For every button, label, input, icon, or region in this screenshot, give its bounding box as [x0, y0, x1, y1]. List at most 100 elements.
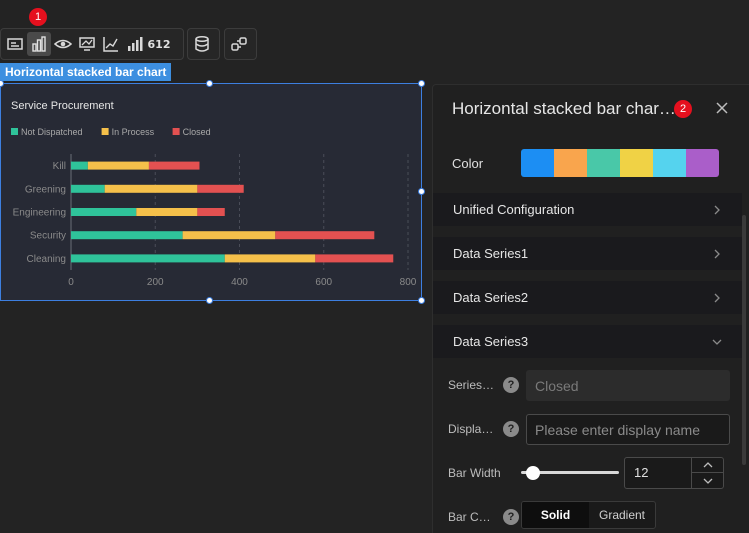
- section-label: Data Series3: [453, 334, 529, 349]
- bar-color-toggle: Solid Gradient: [521, 501, 656, 529]
- y-tick-label: Cleaning: [27, 254, 66, 265]
- annotation-badge-1: 1: [29, 8, 47, 26]
- close-icon[interactable]: [715, 101, 729, 115]
- bar-kill-1: [71, 161, 88, 170]
- line-chart-icon[interactable]: [75, 32, 99, 56]
- bar-cleaning-1: [71, 254, 225, 263]
- help-icon[interactable]: ?: [503, 377, 519, 393]
- color-swatch-5[interactable]: [653, 149, 686, 177]
- legend-swatch-1: [11, 128, 18, 135]
- legend-label-1: Not Dispatched: [21, 127, 83, 137]
- bar-engineering-3: [197, 208, 225, 216]
- bar-color-solid[interactable]: Solid: [522, 502, 589, 528]
- legend-swatch-3: [172, 128, 180, 135]
- bar-color-gradient[interactable]: Gradient: [589, 502, 655, 528]
- bar-width-row: Bar Width: [448, 457, 520, 489]
- series-name-row: Series… ? Closed: [448, 369, 730, 401]
- x-tick-label: 800: [400, 277, 417, 288]
- legend-swatch-2: [101, 128, 109, 135]
- bar-security-2: [182, 231, 276, 240]
- section-unified-configuration[interactable]: Unified Configuration: [433, 193, 742, 226]
- link-icon[interactable]: [227, 32, 251, 56]
- stacked-bar-chart: Service Procurement Not Dispatched In Proc…: [11, 100, 417, 288]
- section-data-series2[interactable]: Data Series2: [433, 281, 742, 314]
- bar-greening-3: [197, 184, 244, 193]
- interaction-toolbar: [224, 28, 257, 60]
- y-tick-label: Greening: [25, 184, 66, 195]
- chart-widget-label[interactable]: Horizontal stacked bar chart: [0, 63, 172, 81]
- display-name-label: Displa…: [448, 422, 494, 436]
- section-label: Data Series2: [453, 290, 529, 305]
- color-swatch-4[interactable]: [620, 149, 653, 177]
- stepper-down-button[interactable]: [692, 473, 723, 488]
- chevron-right-icon: [714, 249, 720, 258]
- bar-engineering-2: [136, 208, 198, 216]
- bar-kill-2: [87, 161, 149, 170]
- section-label: Data Series1: [453, 246, 529, 261]
- x-tick-label: 200: [147, 277, 164, 288]
- bar-color-label: Bar C…: [448, 510, 491, 524]
- slider-handle[interactable]: [526, 466, 540, 480]
- bar-engineering-1: [71, 208, 137, 216]
- color-palette[interactable]: [521, 149, 719, 177]
- x-tick-label: 400: [231, 277, 248, 288]
- bar-chart-icon[interactable]: [27, 32, 51, 56]
- panel-scrollbar[interactable]: [742, 215, 746, 465]
- color-label: Color: [452, 155, 484, 171]
- bar-greening-1: [71, 184, 105, 193]
- chart-type-toolbar: 612: [0, 28, 184, 60]
- section-label: Unified Configuration: [453, 202, 575, 217]
- y-tick-label: Kill: [53, 161, 66, 172]
- number-icon-text: 612: [147, 37, 171, 51]
- help-icon[interactable]: ?: [503, 421, 519, 437]
- bar-cleaning-2: [224, 254, 316, 263]
- resize-handle-br[interactable]: [418, 297, 425, 304]
- bar-security-1: [71, 231, 183, 240]
- x-tick-label: 600: [315, 277, 332, 288]
- color-swatch-2[interactable]: [554, 149, 587, 177]
- bar-width-stepper[interactable]: 12: [624, 457, 724, 489]
- database-icon[interactable]: [190, 32, 214, 56]
- bar-width-label: Bar Width: [448, 466, 501, 480]
- legend-label-2: In Process: [112, 127, 155, 137]
- config-panel: Horizontal stacked bar char… 2 Color Uni…: [432, 84, 749, 533]
- y-tick-label: Engineering: [13, 208, 66, 219]
- signal-bars-icon[interactable]: [123, 32, 147, 56]
- section-data-series3[interactable]: Data Series3: [433, 325, 742, 358]
- x-tick-label: 0: [68, 277, 74, 288]
- bar-kill-3: [148, 161, 200, 170]
- chevron-right-icon: [714, 293, 720, 302]
- resize-handle-tm[interactable]: [206, 80, 213, 87]
- resize-handle-tr[interactable]: [418, 80, 425, 87]
- help-icon[interactable]: ?: [503, 509, 519, 525]
- resize-handle-bm[interactable]: [206, 297, 213, 304]
- stepper-value[interactable]: 12: [634, 458, 648, 488]
- bar-greening-2: [104, 184, 198, 193]
- chevron-down-icon: [703, 478, 712, 484]
- color-swatch-3[interactable]: [587, 149, 620, 177]
- image-card-icon[interactable]: [3, 32, 27, 56]
- color-swatch-6[interactable]: [686, 149, 719, 177]
- series-name-label: Series…: [448, 378, 495, 392]
- chart-widget[interactable]: Service Procurement Not Dispatched In Proc…: [0, 83, 422, 301]
- annotation-badge-2: 2: [674, 100, 692, 118]
- bar-security-3: [275, 231, 375, 240]
- display-name-input[interactable]: Please enter display name: [526, 413, 730, 445]
- display-name-row: Displa… ? Please enter display name: [448, 413, 730, 445]
- chevron-right-icon: [714, 205, 720, 214]
- bar-color-row: Bar C… ?: [448, 501, 526, 533]
- eye-icon[interactable]: [51, 32, 75, 56]
- legend-label-3: Closed: [183, 127, 211, 137]
- stepper-up-button[interactable]: [692, 458, 723, 473]
- chart-title: Service Procurement: [11, 100, 114, 112]
- series-name-input: Closed: [526, 369, 730, 401]
- chevron-up-icon: [703, 462, 712, 468]
- resize-handle-mr[interactable]: [418, 188, 425, 195]
- color-row: Color: [452, 149, 719, 177]
- number-icon[interactable]: 612: [147, 32, 171, 56]
- scatter-icon[interactable]: [99, 32, 123, 56]
- panel-title: Horizontal stacked bar char…: [452, 99, 676, 118]
- color-swatch-1[interactable]: [521, 149, 554, 177]
- section-data-series1[interactable]: Data Series1: [433, 237, 742, 270]
- bar-cleaning-3: [315, 254, 394, 263]
